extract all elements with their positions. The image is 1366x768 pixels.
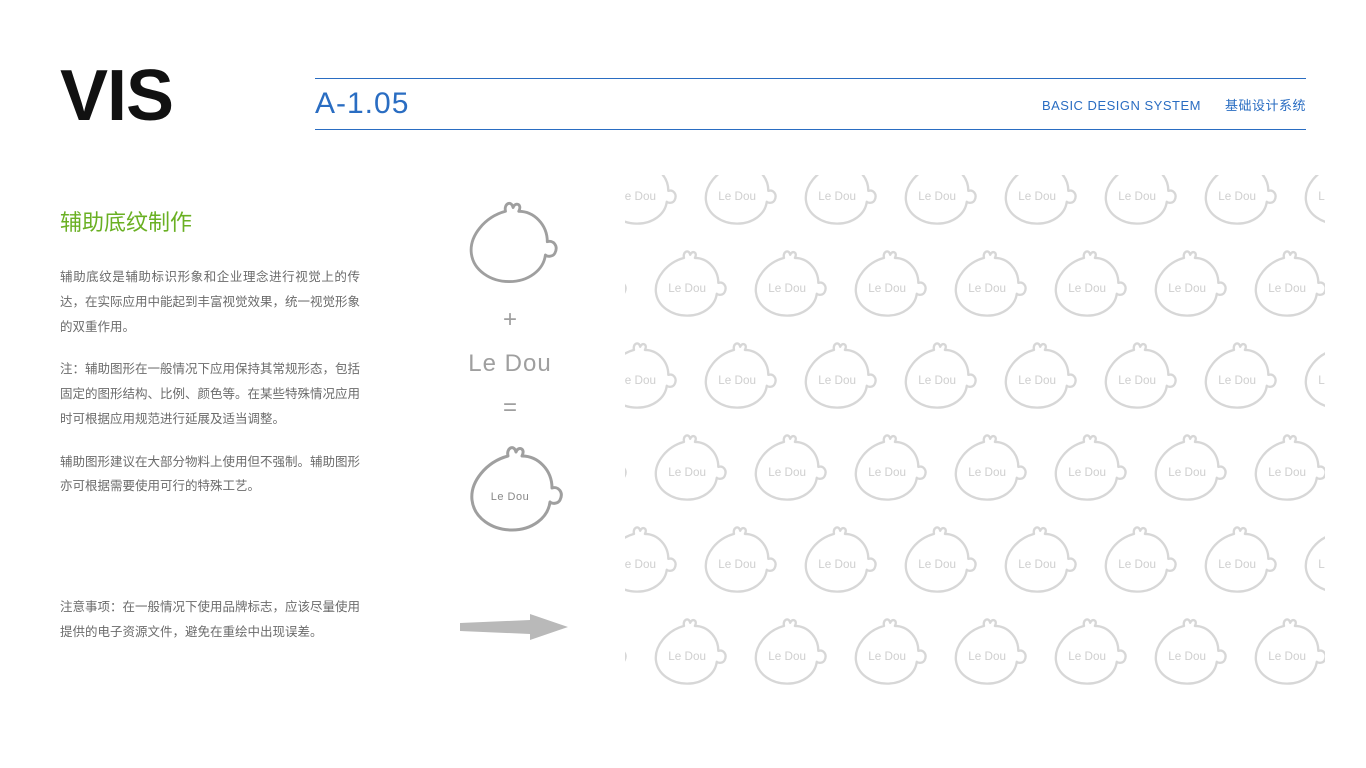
left-column: 辅助底纹制作 辅助底纹是辅助标识形象和企业理念进行视觉上的传达，在实际应用中能起… bbox=[60, 205, 360, 517]
brand-wordmark: Le Dou bbox=[468, 350, 551, 378]
section-title: 辅助底纹制作 bbox=[60, 205, 360, 237]
paragraph-1: 辅助底纹是辅助标识形象和企业理念进行视觉上的传达，在实际应用中能起到丰富视觉效果… bbox=[60, 265, 360, 339]
arrow-icon bbox=[460, 612, 570, 642]
page: VIS A-1.05 BASIC DESIGN SYSTEM 基础设计系统 辅助… bbox=[0, 0, 1366, 768]
brand-wordmark-small: Le Dou bbox=[491, 491, 529, 503]
section-code: A-1.05 bbox=[315, 87, 409, 121]
vis-logo: VIS bbox=[60, 55, 173, 137]
equals-symbol: = bbox=[503, 394, 517, 422]
plus-symbol: + bbox=[503, 306, 517, 334]
paragraph-2: 注：辅助图形在一般情况下应用保持其常规形态，包括固定的图形结构、比例、颜色等。在… bbox=[60, 357, 360, 431]
combined-logo-icon: Le Dou bbox=[450, 438, 570, 543]
equation-column: + Le Dou = Le Dou bbox=[420, 195, 600, 543]
system-name-zh: 基础设计系统 bbox=[1225, 95, 1306, 114]
head-icon bbox=[455, 195, 565, 290]
pattern-preview bbox=[625, 175, 1325, 710]
note-line: 注意事项：在一般情况下使用品牌标志，应该尽量使用提供的电子资源文件，避免在重绘中… bbox=[60, 595, 360, 645]
header-right: BASIC DESIGN SYSTEM 基础设计系统 bbox=[1042, 95, 1306, 114]
paragraph-3: 辅助图形建议在大部分物料上使用但不强制。辅助图形亦可根据需要使用可行的特殊工艺。 bbox=[60, 450, 360, 500]
system-name-en: BASIC DESIGN SYSTEM bbox=[1042, 98, 1201, 113]
header-bar: A-1.05 BASIC DESIGN SYSTEM 基础设计系统 bbox=[315, 78, 1306, 130]
